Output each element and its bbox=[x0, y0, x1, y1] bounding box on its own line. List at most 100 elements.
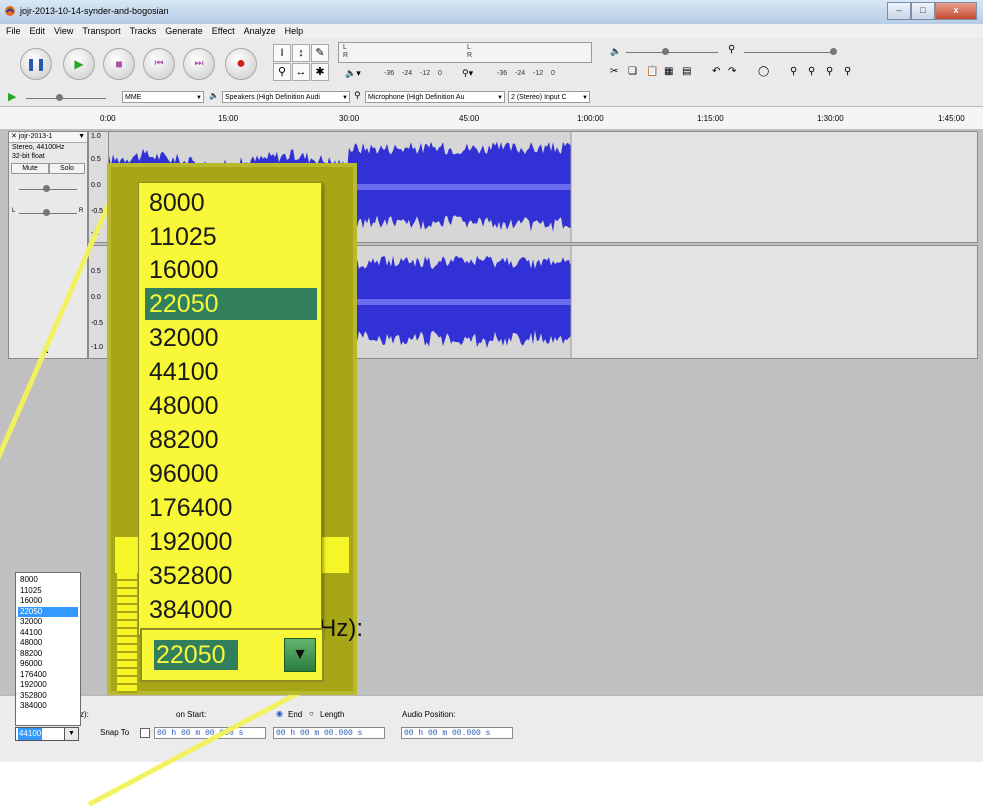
selection-end-time[interactable]: 00 h 00 m 00.000 s bbox=[273, 727, 385, 739]
cut-icon[interactable]: ✂ bbox=[610, 66, 618, 77]
magnified-dropdown-button[interactable]: ▼ bbox=[284, 638, 316, 672]
rate-option[interactable]: 8000 bbox=[18, 575, 78, 586]
gain-knob[interactable] bbox=[43, 185, 50, 192]
pan-knob[interactable] bbox=[43, 209, 50, 216]
magnified-rate-option[interactable]: 8000 bbox=[145, 187, 317, 219]
playback-meter[interactable]: L R L R bbox=[338, 42, 592, 63]
project-rate-combo[interactable]: 44100 bbox=[15, 727, 65, 741]
speed-slider-knob[interactable] bbox=[56, 94, 63, 101]
playback-volume-slider[interactable] bbox=[626, 52, 718, 53]
selection-tool[interactable]: I bbox=[273, 44, 291, 62]
audio-host-select[interactable]: MME ▼ bbox=[122, 91, 204, 103]
rate-option[interactable]: 352800 bbox=[18, 691, 78, 702]
end-radio[interactable]: ◉ bbox=[276, 709, 283, 718]
silence-icon[interactable]: ▤ bbox=[682, 66, 691, 77]
rate-option[interactable]: 16000 bbox=[18, 596, 78, 607]
skip-end-button[interactable]: ⏭ bbox=[183, 48, 215, 80]
magnified-rate-option[interactable]: 384000 bbox=[145, 594, 317, 626]
magnified-sample-rate-list[interactable]: 8000 11025 16000 22050 32000 44100 48000… bbox=[138, 182, 322, 636]
input-channels-select[interactable]: 2 (Stereo) Input C ▼ bbox=[508, 91, 590, 103]
fit-project-icon[interactable]: ⚲ bbox=[844, 66, 851, 77]
rate-option[interactable]: 44100 bbox=[18, 628, 78, 639]
envelope-tool[interactable]: ↕ bbox=[292, 44, 310, 62]
input-device-select[interactable]: Microphone (High Definition Au ▼ bbox=[365, 91, 505, 103]
rate-option[interactable]: 48000 bbox=[18, 638, 78, 649]
sample-rate-dropdown[interactable]: 8000 11025 16000 22050 32000 44100 48000… bbox=[15, 572, 81, 726]
play-at-speed-icon[interactable]: ▶ bbox=[8, 90, 16, 103]
magnified-rate-combo[interactable]: 22050 ▼ bbox=[140, 628, 324, 682]
track-control-panel[interactable]: ✕ jojr-2013-1 ▼ Stereo, 44100Hz 32-bit f… bbox=[8, 131, 88, 359]
menu-view[interactable]: View bbox=[54, 24, 73, 38]
zoom-out-icon[interactable]: ⚲ bbox=[808, 66, 815, 77]
close-button[interactable]: x bbox=[935, 2, 977, 20]
magnified-rate-option[interactable]: 11025 bbox=[145, 221, 317, 253]
rate-option[interactable]: 96000 bbox=[18, 659, 78, 670]
speed-slider[interactable] bbox=[26, 98, 106, 99]
rate-option[interactable]: 384000 bbox=[18, 701, 78, 712]
magnified-rate-option[interactable]: 96000 bbox=[145, 458, 317, 490]
zoom-in-icon[interactable]: ⚲ bbox=[790, 66, 797, 77]
zoom-tool[interactable]: ⚲ bbox=[273, 63, 291, 81]
magnified-rate-option[interactable]: 352800 bbox=[145, 560, 317, 592]
magnified-rate-option[interactable]: 44100 bbox=[145, 356, 317, 388]
project-rate-dropdown-button[interactable]: ▼ bbox=[64, 727, 79, 741]
skip-start-button[interactable]: ⏮ bbox=[143, 48, 175, 80]
trim-icon[interactable]: ▦ bbox=[664, 66, 673, 77]
record-button[interactable]: ● bbox=[225, 48, 257, 80]
undo-icon[interactable]: ↶ bbox=[712, 66, 720, 77]
menu-generate[interactable]: Generate bbox=[165, 24, 203, 38]
menu-effect[interactable]: Effect bbox=[212, 24, 235, 38]
menu-tracks[interactable]: Tracks bbox=[130, 24, 157, 38]
project-rate-value[interactable]: 44100 bbox=[18, 728, 43, 740]
playback-volume-knob[interactable] bbox=[662, 48, 669, 55]
fit-selection-icon[interactable]: ⚲ bbox=[826, 66, 833, 77]
rate-option-selected[interactable]: 22050 bbox=[18, 606, 78, 617]
menu-help[interactable]: Help bbox=[285, 24, 304, 38]
timeline-ruler[interactable]: 0:00 15:00 30:00 45:00 1:00:00 1:15:00 1… bbox=[0, 107, 983, 130]
sync-lock-icon[interactable]: ◯ bbox=[758, 66, 769, 77]
magnified-rate-option[interactable]: 176400 bbox=[145, 492, 317, 524]
rate-option[interactable]: 192000 bbox=[18, 680, 78, 691]
menu-analyze[interactable]: Analyze bbox=[244, 24, 276, 38]
pause-button[interactable]: ❚❚ bbox=[20, 48, 52, 80]
track-name[interactable]: jojr-2013-1 bbox=[19, 133, 52, 140]
snap-to-checkbox[interactable] bbox=[140, 728, 150, 738]
output-device-select[interactable]: Speakers (High Definition Audi ▼ bbox=[222, 91, 350, 103]
rate-option[interactable]: 88200 bbox=[18, 649, 78, 660]
play-button[interactable]: ▶ bbox=[63, 48, 95, 80]
length-radio[interactable]: ○ bbox=[309, 709, 314, 718]
magnified-rate-option[interactable]: 48000 bbox=[145, 390, 317, 422]
rate-option[interactable]: 176400 bbox=[18, 670, 78, 681]
meter-r-label-2: R bbox=[467, 52, 473, 59]
track-close-icon[interactable]: ✕ bbox=[9, 133, 17, 140]
microphone-icon[interactable]: ⚲▾ bbox=[462, 68, 473, 79]
paste-icon[interactable]: 📋 bbox=[646, 66, 658, 77]
menu-file[interactable]: File bbox=[6, 24, 21, 38]
stop-button[interactable]: ■ bbox=[103, 48, 135, 80]
magnified-rate-option[interactable]: 16000 bbox=[145, 254, 317, 286]
copy-icon[interactable]: ❏ bbox=[628, 66, 637, 77]
multi-tool[interactable]: ✱ bbox=[311, 63, 329, 81]
speaker-icon[interactable]: 🔈▾ bbox=[345, 68, 361, 79]
redo-icon[interactable]: ↷ bbox=[728, 66, 736, 77]
record-volume-slider[interactable] bbox=[744, 52, 836, 53]
rate-option[interactable]: 11025 bbox=[18, 586, 78, 597]
maximize-button[interactable]: □ bbox=[911, 2, 935, 20]
magnified-rate-option[interactable]: 88200 bbox=[145, 424, 317, 456]
magnified-rate-option[interactable]: 32000 bbox=[145, 322, 317, 354]
track-menu-icon[interactable]: ▼ bbox=[78, 132, 85, 142]
magnified-rate-option-selected[interactable]: 22050 bbox=[145, 288, 317, 320]
timeshift-tool[interactable]: ↔ bbox=[292, 63, 310, 81]
draw-tool[interactable]: ✎ bbox=[311, 44, 329, 62]
record-volume-knob[interactable] bbox=[830, 48, 837, 55]
audio-position-time[interactable]: 00 h 00 m 00.000 s bbox=[401, 727, 513, 739]
rate-option[interactable]: 32000 bbox=[18, 617, 78, 628]
magnified-rate-value[interactable]: 22050 bbox=[154, 640, 238, 670]
record-volume-icon: ⚲ bbox=[728, 44, 736, 55]
menu-transport[interactable]: Transport bbox=[82, 24, 120, 38]
mute-button[interactable]: Mute bbox=[11, 163, 49, 174]
menu-edit[interactable]: Edit bbox=[30, 24, 46, 38]
magnified-rate-option[interactable]: 192000 bbox=[145, 526, 317, 558]
solo-button[interactable]: Solo bbox=[49, 163, 85, 174]
minimize-button[interactable]: – bbox=[887, 2, 911, 20]
